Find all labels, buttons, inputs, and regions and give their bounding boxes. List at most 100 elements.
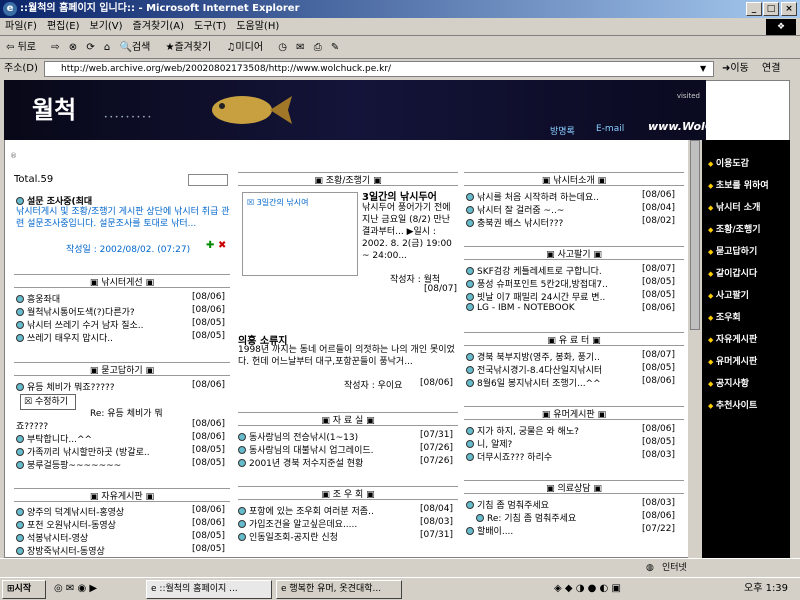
tray-icons[interactable]: ◈ ◆ ◑ ● ◐ ▣ <box>554 578 621 600</box>
list-item[interactable]: 죠????? <box>16 419 186 432</box>
start-button[interactable]: ⊞시작 <box>2 580 46 599</box>
sidebar-item-2[interactable]: 낚시터 소개 <box>708 200 761 213</box>
list-item[interactable]: 풍성 슈퍼포인트 5칸2대,방접대7.. <box>466 277 638 290</box>
links-button[interactable]: 연결 <box>762 59 780 79</box>
taskbar-item-homepage[interactable]: e ::월척의 홈페이지 ... <box>146 580 272 599</box>
menu-file[interactable]: 파일(F) <box>0 18 42 36</box>
list-item[interactable]: 포항에 있는 조우회 여러분 저좀.. <box>238 504 416 517</box>
notice-box-title[interactable]: ▣ 유 료 터 ▣ <box>464 332 684 346</box>
list-item[interactable]: 니, 알제? <box>466 437 638 450</box>
sidebar-item-3[interactable]: 조황/조행기 <box>708 222 761 235</box>
search-button[interactable]: 🔍검색 <box>119 37 156 59</box>
menu-favorites[interactable]: 즐겨찾기(A) <box>128 18 189 36</box>
list-item[interactable]: 지가 하지, 궁물은 와 해노? <box>466 424 638 437</box>
trade-box-title[interactable]: ▣ 사고팔기 ▣ <box>464 246 684 260</box>
address-input[interactable]: http://web.archive.org/web/2002080217350… <box>44 61 714 77</box>
fish-box-title[interactable]: ▣ 낚시터게선 ▣ <box>14 274 230 288</box>
menu-edit[interactable]: 편집(E) <box>42 18 85 36</box>
list-item[interactable]: Re: 유등 체비가 뭐 <box>90 406 230 419</box>
report-box-title[interactable]: ▣ 조황/조행기 ▣ <box>238 172 458 186</box>
add-icon[interactable]: ✚ <box>206 240 214 251</box>
close-button[interactable]: × <box>781 2 797 16</box>
sidebar-item-6[interactable]: 사고팔기 <box>708 288 749 301</box>
maximize-button[interactable]: □ <box>763 2 779 16</box>
list-item[interactable]: 부탁합니다...^^ <box>16 432 186 445</box>
sidebar-item-1[interactable]: 초보를 위하여 <box>708 178 769 191</box>
list-item[interactable]: 동사랑님의 전승낚시(1~13) <box>238 430 416 443</box>
list-item[interactable]: SKF검강 케틀레세트로 구합니다. <box>466 264 638 277</box>
report-headline[interactable]: 3일간의 낚시두어 <box>362 188 458 203</box>
delete-icon[interactable]: ✖ <box>218 240 226 251</box>
list-item[interactable]: 낚시를 처음 시작하려 하는데요.. <box>466 190 638 203</box>
guestbook-link[interactable]: 방명록 <box>550 124 575 137</box>
sidebar-item-0[interactable]: 이용도감 <box>708 156 749 169</box>
quicklaunch-icons[interactable]: ◎ ✉ ◉ ▶ <box>54 578 97 600</box>
sidebar-item-4[interactable]: 묻고답하기 <box>708 244 757 257</box>
scrollbar-thumb[interactable] <box>690 140 700 330</box>
list-item[interactable]: 할배이.... <box>466 524 638 537</box>
visited-label: visited <box>676 92 700 100</box>
list-item[interactable]: 더무시죠??? 하리수 <box>466 450 638 463</box>
list-item[interactable]: 가입조건을 알고싶은데요..... <box>238 517 416 530</box>
list-item[interactable]: 2001년 경북 저수지준설 현황 <box>238 456 416 469</box>
list-item[interactable]: 흥웅좌대 <box>16 292 186 305</box>
favorites-button[interactable]: ★즐겨찾기 <box>165 37 217 59</box>
menu-view[interactable]: 보기(V) <box>85 18 128 36</box>
history-button[interactable]: ◷ <box>278 37 287 59</box>
humor-box-title[interactable]: ▣ 유머게시판 ▣ <box>464 406 684 420</box>
edit-popup[interactable]: ☒ 수정하기 <box>20 394 76 410</box>
menu-help[interactable]: 도움말(H) <box>231 18 284 36</box>
minimize-button[interactable]: _ <box>746 2 762 16</box>
list-item[interactable]: 빗날 이7 패밀리 24시간 무료 변.. <box>466 290 638 303</box>
list-item[interactable]: 장방죽낚시터-동영상 <box>16 544 186 557</box>
list-item[interactable]: 석봉낚시터-영상 <box>16 531 186 544</box>
qa-box-title[interactable]: ▣ 묻고답하기 ▣ <box>14 362 230 376</box>
mail-button[interactable]: ✉ <box>296 37 304 59</box>
list-item[interactable]: 쓰레기 태우지 맙시다.. <box>16 331 186 344</box>
list-item[interactable]: 가족끼리 낚시할만하곳 (방갈로.. <box>16 445 186 458</box>
list-item[interactable]: 경북 북부지방(영주, 봉화, 풍기.. <box>466 350 638 363</box>
sidebar-item-8[interactable]: 자유게시판 <box>708 332 757 345</box>
list-item[interactable]: 낚시터 잘 걸러줌 ~..~ <box>466 203 638 216</box>
report-thumbnail[interactable]: ☒ 3일간의 낚시여 <box>242 192 358 276</box>
sidebar-item-5[interactable]: 같이갑시다 <box>708 266 757 279</box>
list-item[interactable]: 동사랑님의 대불낚시 업그레이드. <box>238 443 416 456</box>
list-item[interactable]: 충북권 배스 낚시터??? <box>466 216 638 229</box>
taskbar-item-humor[interactable]: e 행복한 유머, 옷견대학... <box>276 580 402 599</box>
sidebar-item-11[interactable]: 추천사이트 <box>708 398 757 411</box>
sidebar-item-7[interactable]: 조우회 <box>708 310 741 323</box>
list-item[interactable]: 유등 체비가 뭐죠????? <box>16 380 186 393</box>
stop-button[interactable]: ⊗ <box>69 37 77 59</box>
list-item[interactable]: 전국낚시경기-8.4다산일지낚시터 <box>466 363 638 376</box>
address-dropdown-icon[interactable]: ▼ <box>700 59 706 79</box>
data-box-title[interactable]: ▣ 자 료 실 ▣ <box>238 412 458 426</box>
list-item[interactable]: 양주의 덕계낚시터-홍영상 <box>16 505 186 518</box>
list-item[interactable]: LG - IBM - NOTEBOOK <box>466 303 638 313</box>
club-box-title[interactable]: ▣ 조 우 회 ▣ <box>238 486 458 500</box>
forward-button[interactable]: ⇨ <box>51 37 59 59</box>
intro-box-title[interactable]: ▣ 낚시터소개 ▣ <box>464 172 684 186</box>
list-item[interactable]: 기침 좀 멈춰주세요 <box>466 498 638 511</box>
list-item[interactable]: 8월6일 봉지낚시터 조행기...^^ <box>466 376 638 389</box>
sidebar-item-9[interactable]: 유머게시판 <box>708 354 757 367</box>
list-item[interactable]: 붕루걸등팡~~~~~~~ <box>16 458 186 471</box>
home-button[interactable]: ⌂ <box>104 37 110 59</box>
media-button[interactable]: ♫미디어 <box>226 37 269 59</box>
email-link[interactable]: E-mail <box>596 124 624 134</box>
sidebar-item-10[interactable]: 공지사항 <box>708 376 749 389</box>
list-item[interactable]: 인동일조회-공지란 신청 <box>238 530 416 543</box>
print-button[interactable]: ⎙ <box>314 37 322 59</box>
scrollbar[interactable] <box>688 140 702 558</box>
back-button[interactable]: ⇦ 뒤로 <box>6 37 42 59</box>
refresh-button[interactable]: ⟳ <box>86 37 94 59</box>
edit-button[interactable]: ✎ <box>331 37 339 59</box>
menu-tools[interactable]: 도구(T) <box>189 18 231 36</box>
list-item[interactable]: 낚시터 쓰레기 수거 남자 질소.. <box>16 318 186 331</box>
go-button[interactable]: ➜이동 <box>722 59 749 79</box>
consult-box-title[interactable]: ▣ 의료상담 ▣ <box>464 480 684 494</box>
list-item[interactable]: Re: 기침 좀 멈춰주세요 <box>476 511 638 524</box>
sidebar: 이용도감 초보를 위하여 낚시터 소개 조황/조행기 묻고답하기 같이갑시다 사… <box>702 140 790 558</box>
free-box-title[interactable]: ▣ 자유게시판 ▣ <box>14 488 230 502</box>
list-item[interactable]: 월척낚시통어도색(?)다른가? <box>16 305 186 318</box>
list-item[interactable]: 포천 오원낚시터-동영상 <box>16 518 186 531</box>
